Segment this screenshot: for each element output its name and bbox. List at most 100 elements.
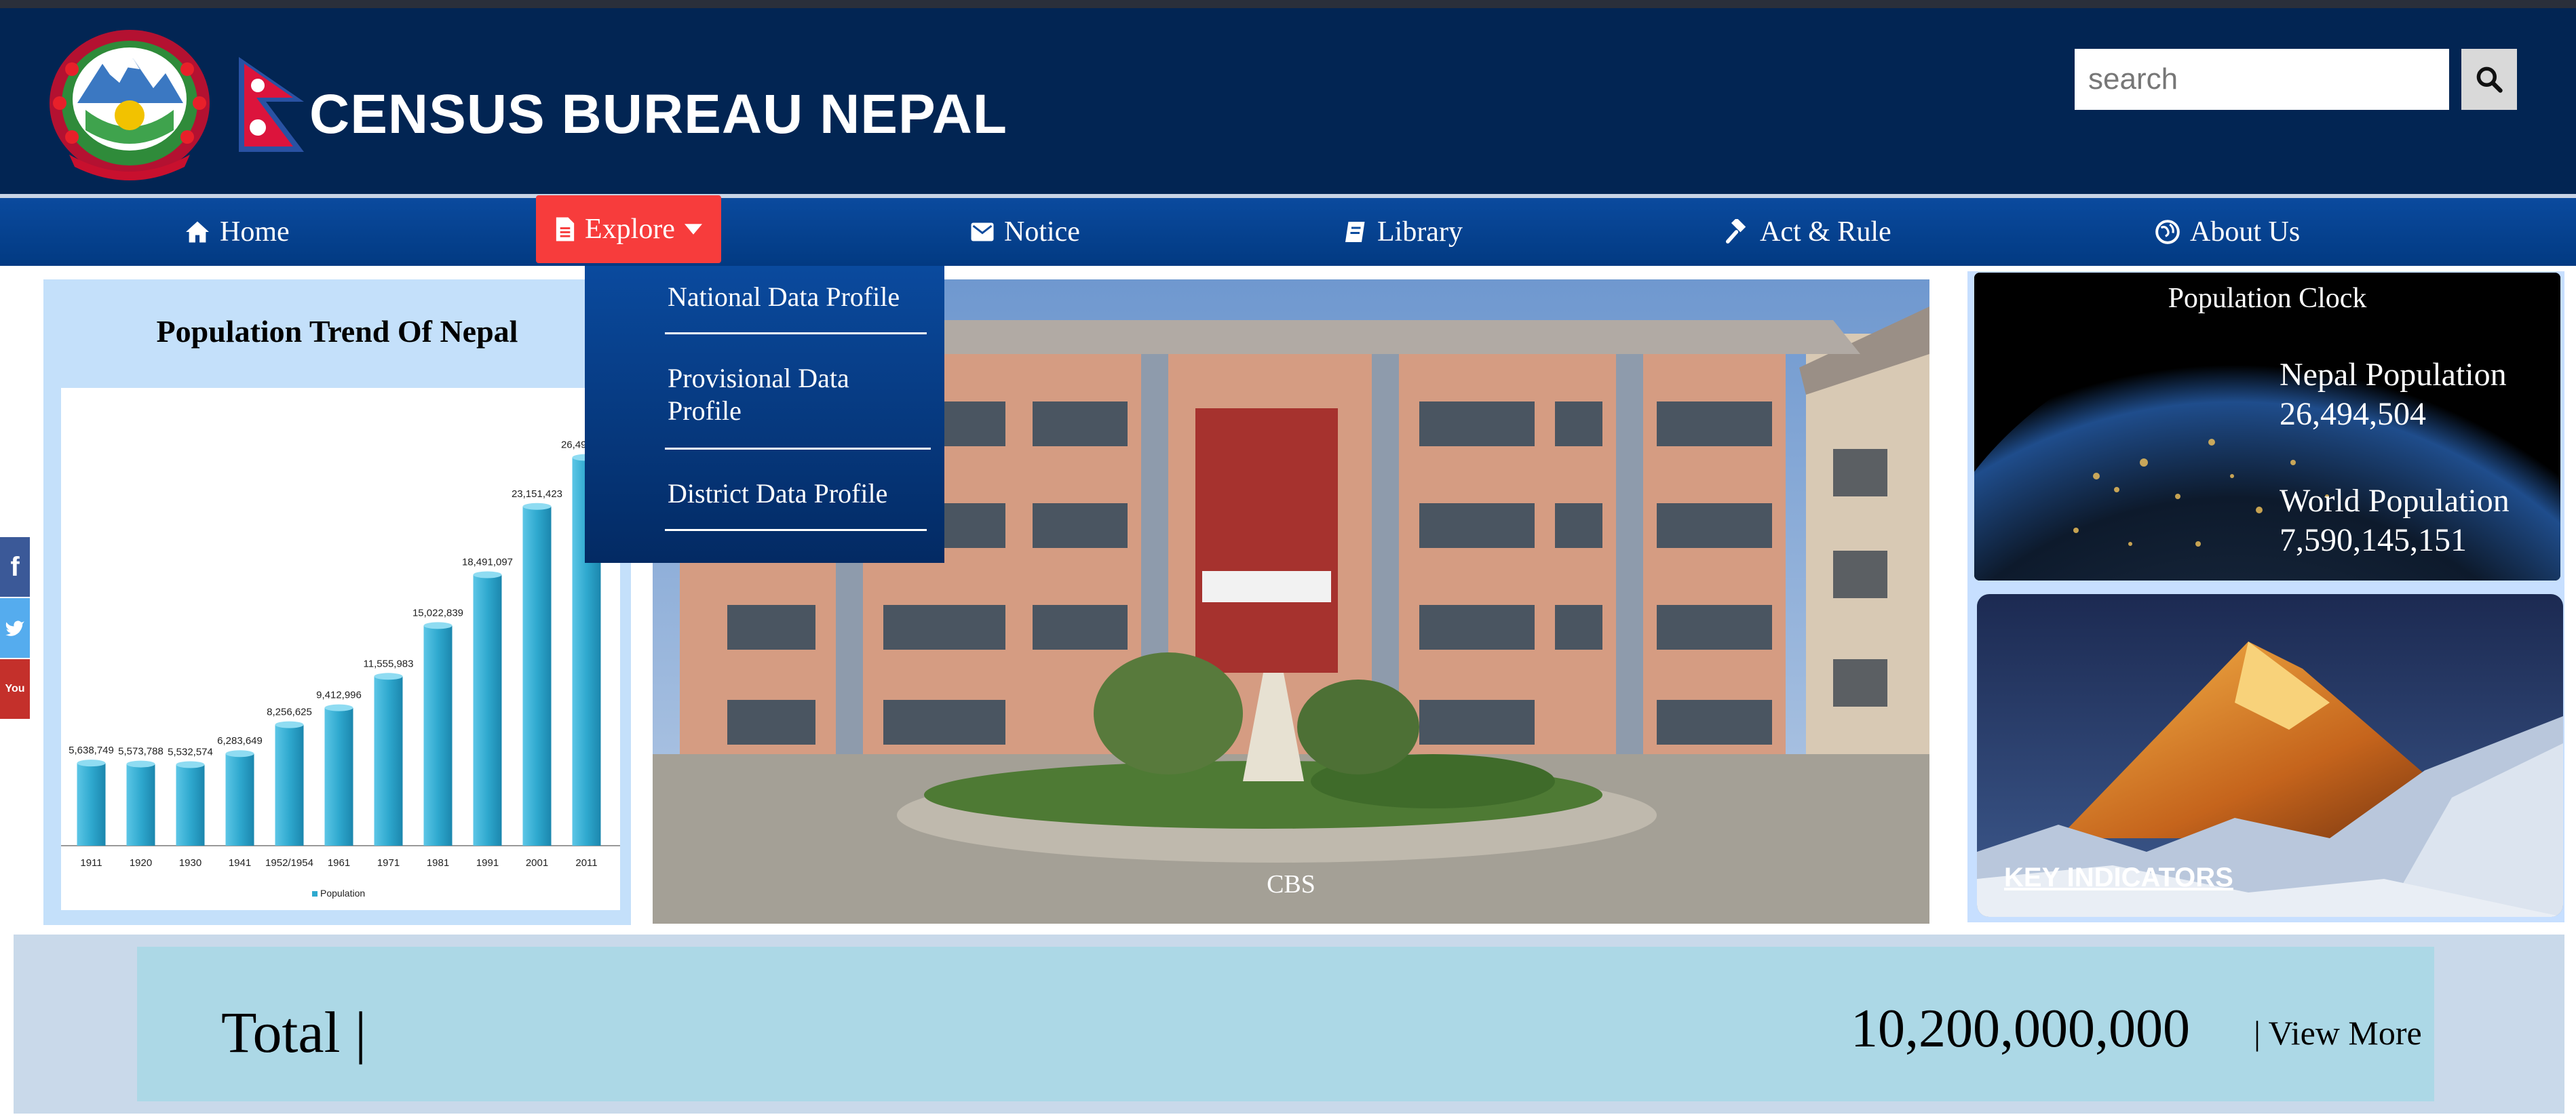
chart-bar-top: [176, 761, 205, 768]
chart-value-label: 6,283,649: [217, 735, 263, 747]
gavel-icon: [1725, 219, 1746, 244]
site-title[interactable]: CENSUS BUREAU NEPAL: [309, 83, 1007, 146]
search-button[interactable]: [2461, 49, 2517, 110]
facebook-icon: f: [10, 551, 20, 582]
world-population-label: World Population: [2280, 483, 2510, 519]
dropdown-divider: [665, 529, 927, 531]
world-population-value: 7,590,145,151: [2280, 522, 2467, 558]
chart-bar-top: [374, 673, 403, 680]
population-bar-chart: 5,638,749 1911 5,573,788 1920 5,532,574 1930 6…: [61, 439, 620, 899]
chart-tick-label: 2011: [575, 857, 597, 869]
chart-value-label: 11,555,983: [364, 658, 414, 669]
caret-down-icon: [684, 224, 702, 235]
chart-bar: [324, 707, 353, 846]
chart-bar: [522, 506, 552, 846]
header: CENSUS BUREAU NEPAL: [0, 8, 2576, 194]
chart-legend-label: Population: [320, 888, 365, 899]
explore-dropdown-menu: National Data Profile Provisional Data P…: [585, 266, 944, 563]
total-value: 10,200,000,000: [1851, 999, 2190, 1059]
nav-about-us-label: About Us: [2190, 216, 2301, 248]
search-input[interactable]: [2075, 49, 2449, 110]
key-indicators-card[interactable]: KEY INDICATORS: [1977, 594, 2563, 917]
chart-tick-label: 1920: [130, 857, 152, 869]
chart-bar-top: [77, 760, 106, 767]
chart-bar: [176, 764, 205, 846]
total-label: Total |: [221, 1000, 367, 1065]
chart-legend-swatch: [312, 891, 318, 897]
main-nav: Home Explore Notice Library Act & Rule A…: [0, 195, 2576, 266]
chart-bar-top: [275, 721, 304, 728]
dropdown-divider: [665, 332, 927, 334]
chart-bar: [275, 724, 304, 846]
chart-tick-label: 1952/1954: [265, 857, 313, 869]
population-clock-title: Population Clock: [2168, 283, 2367, 314]
nav-home[interactable]: Home: [185, 198, 290, 266]
home-icon: [186, 221, 209, 243]
nav-explore-label: Explore: [585, 214, 675, 245]
chart-tick-label: 2001: [526, 857, 548, 869]
key-indicators-link[interactable]: KEY INDICATORS: [2004, 863, 2233, 893]
population-clock-panel: Population Clock Nepal Population 26,494…: [1974, 273, 2560, 581]
dropdown-item-district-data-profile[interactable]: District Data Profile: [668, 477, 887, 510]
facebook-button[interactable]: f: [0, 537, 30, 597]
top-border: [0, 0, 2576, 8]
chart-tick-label: 1911: [80, 857, 102, 869]
chart-value-label: 8,256,625: [267, 707, 312, 718]
dropdown-item-provisional-data-profile[interactable]: Provisional Data Profile: [668, 362, 871, 427]
book-icon: [1345, 222, 1365, 242]
youtube-button[interactable]: You: [0, 659, 30, 719]
nav-explore[interactable]: Explore: [536, 195, 721, 263]
photo-caption: CBS: [1267, 870, 1315, 899]
chart-bar: [473, 574, 502, 846]
chart-bar: [126, 764, 155, 846]
population-trend-panel: Population Trend Of Nepal 5,638,749 1911 5…: [43, 279, 631, 925]
chart-bar: [374, 676, 403, 846]
chart-tick-label: 1971: [377, 857, 400, 869]
chart-bar-top: [423, 622, 453, 629]
chart-bar-top: [522, 503, 552, 510]
nav-library[interactable]: Library: [1343, 198, 1463, 266]
chart-bar: [423, 625, 453, 846]
twitter-button[interactable]: [0, 598, 30, 658]
nepal-population-label: Nepal Population: [2280, 357, 2507, 393]
chart-tick-label: 1981: [427, 857, 449, 869]
chart-value-label: 5,532,574: [168, 746, 213, 758]
nav-home-label: Home: [220, 216, 290, 248]
nepal-emblem-logo[interactable]: [45, 28, 214, 184]
nav-act-rule[interactable]: Act & Rule: [1725, 198, 1891, 266]
chart-bar-top: [126, 760, 155, 768]
population-chart[interactable]: 5,638,749 1911 5,573,788 1920 5,532,574 1930 6…: [61, 388, 620, 910]
chart-value-label: 5,573,788: [118, 746, 164, 758]
chart-value-label: 23,151,423: [512, 488, 562, 500]
search-icon: [2476, 66, 2503, 93]
nav-notice[interactable]: Notice: [970, 198, 1080, 266]
nav-about-us[interactable]: About Us: [2155, 198, 2300, 266]
chart-tick-label: 1991: [476, 857, 499, 869]
chart-value-label: 18,491,097: [462, 556, 513, 568]
chart-bar-top: [324, 704, 353, 711]
dropdown-divider: [665, 448, 931, 450]
nav-notice-label: Notice: [1004, 216, 1080, 248]
chart-bar-top: [473, 571, 502, 578]
chart-title: Population Trend Of Nepal: [156, 314, 518, 349]
twitter-icon: [5, 621, 24, 636]
chart-tick-label: 1961: [328, 857, 350, 869]
chart-tick-label: 1930: [179, 857, 201, 869]
chart-value-label: 15,022,839: [412, 607, 463, 619]
nav-library-label: Library: [1377, 216, 1463, 248]
chart-bar: [77, 763, 106, 846]
envelope-icon: [971, 222, 994, 241]
view-more-link[interactable]: | View More: [2254, 1013, 2422, 1053]
earth-at-night-image: [1974, 273, 2560, 581]
document-icon: [556, 217, 575, 241]
chart-bar: [225, 753, 254, 846]
youtube-icon: You: [5, 683, 25, 694]
dropdown-item-national-data-profile[interactable]: National Data Profile: [668, 281, 900, 313]
chart-tick-label: 1941: [229, 857, 251, 869]
chart-value-label: 9,412,996: [316, 690, 362, 701]
globe-icon: [2155, 220, 2180, 244]
nepal-population-value: 26,494,504: [2280, 396, 2426, 432]
chart-value-label: 5,638,749: [69, 745, 114, 756]
nepal-flag-icon: [239, 57, 304, 152]
nav-act-rule-label: Act & Rule: [1760, 216, 1891, 248]
